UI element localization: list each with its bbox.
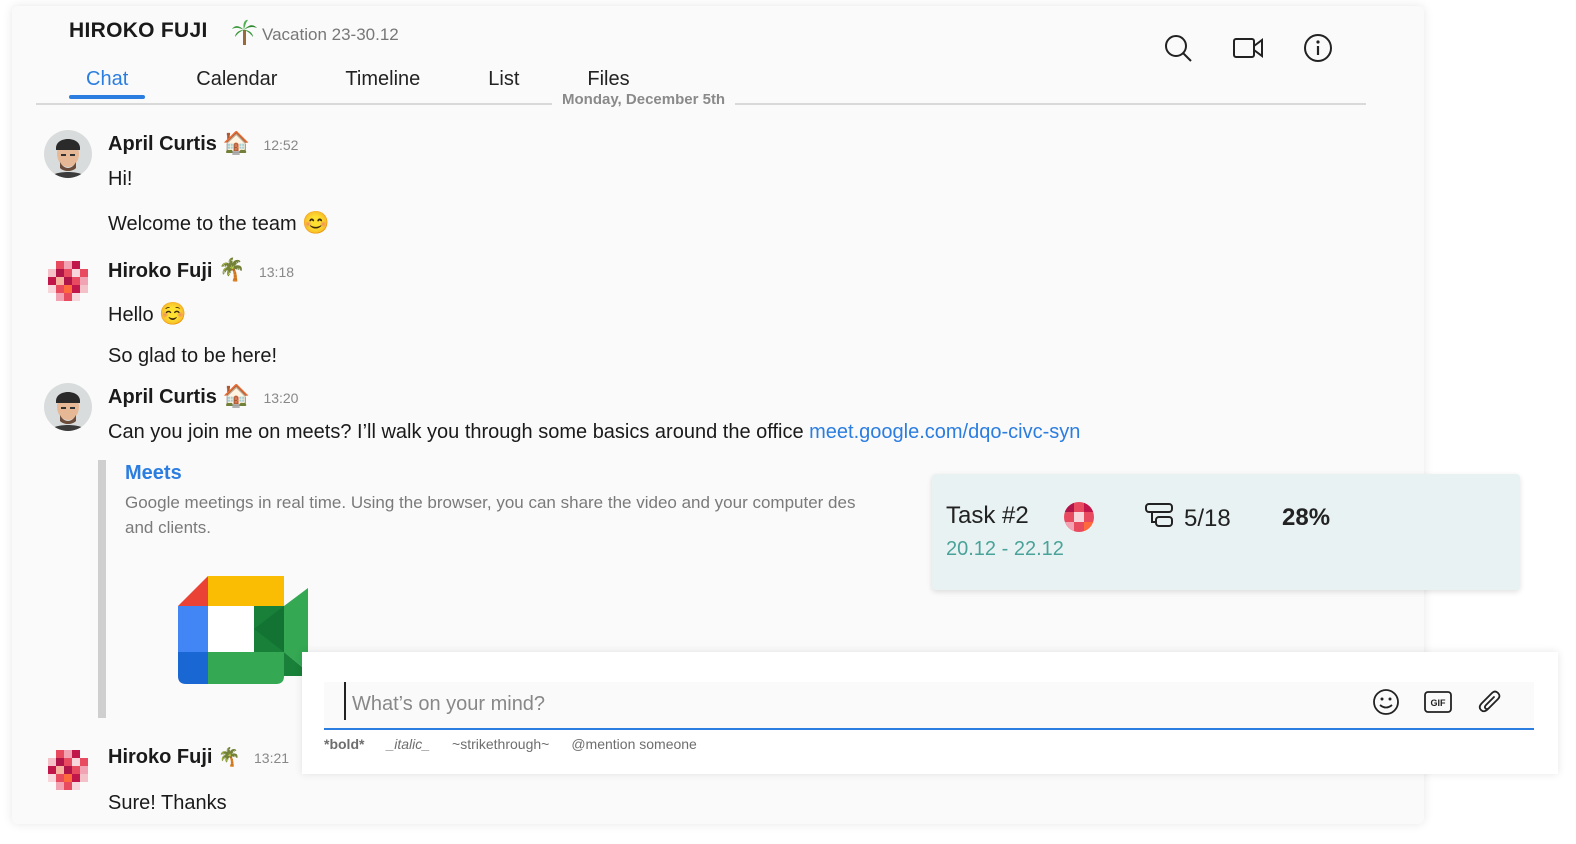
message-time: 13:18 — [258, 264, 295, 280]
tab-list[interactable]: List — [471, 66, 536, 99]
avatar[interactable] — [44, 383, 92, 431]
message-text: Can you join me on meets? I’ll walk you … — [108, 421, 1080, 444]
hint-mention: @mention someone — [571, 736, 697, 752]
message-text: Hello ☺️ — [108, 301, 187, 327]
tab-chat[interactable]: Chat — [69, 66, 146, 99]
composer-input-wrapper: GIF — [324, 682, 1534, 730]
composer-actions: GIF — [1370, 686, 1506, 718]
avatar[interactable] — [44, 130, 92, 178]
avatar[interactable] — [44, 257, 92, 305]
link-preview-description-line: Google meetings in real time. Using the … — [125, 493, 856, 512]
emoji-icon[interactable] — [1370, 686, 1402, 718]
formatting-hints: *bold* _italic_ ~strikethrough~ @mention… — [324, 736, 697, 752]
link-preview-title[interactable]: Meets — [125, 462, 182, 485]
meet-link[interactable]: meet.google.com/dqo-civc-syn — [809, 421, 1080, 443]
avatar[interactable] — [44, 746, 92, 794]
message-text: So glad to be here! — [108, 345, 278, 367]
gif-icon[interactable]: GIF — [1422, 686, 1454, 718]
user-status: Vacation 23-30.12 — [230, 18, 399, 51]
text-caret — [344, 682, 346, 720]
message-group: April Curtis 🏠 12:52 Hi! Welcome to the … — [44, 130, 644, 250]
task-progress: 28% — [1282, 504, 1331, 531]
author-name[interactable]: April Curtis — [108, 386, 217, 408]
day-divider-label: Monday, December 5th — [552, 94, 736, 112]
message-author: April Curtis 🏠 12:52 — [108, 130, 298, 156]
message-author: Hiroko Fuji 🌴 13:18 — [108, 257, 294, 283]
message-text: Hi! — [108, 168, 133, 190]
message-author: April Curtis 🏠 13:20 — [108, 383, 298, 409]
message-composer: GIF *bold* _italic_ ~strikethrough~ @men… — [302, 652, 1558, 774]
message-author: Hiroko Fuji 🌴 13:21 — [108, 746, 289, 769]
message-time: 12:52 — [263, 137, 299, 153]
message-text-content: Welcome to the team — [108, 213, 297, 235]
message-text-content: Can you join me on meets? I’ll walk you … — [108, 421, 804, 443]
tab-calendar[interactable]: Calendar — [179, 66, 294, 99]
video-call-icon[interactable] — [1232, 32, 1264, 64]
channel-title: HIROKO FUJI — [69, 19, 208, 42]
message-group: Hiroko Fuji 🌴 13:18 Hello ☺️ So glad to … — [44, 257, 644, 377]
google-meet-logo-icon — [178, 576, 310, 686]
link-preview-bar — [98, 460, 106, 718]
message-input[interactable] — [350, 684, 1334, 724]
message-time: 13:20 — [263, 390, 299, 406]
house-icon: 🏠 — [222, 130, 250, 155]
author-name[interactable]: April Curtis — [108, 133, 217, 155]
palm-tree-icon: 🌴 — [218, 747, 241, 767]
message-text: Sure! Thanks — [108, 792, 227, 814]
message-time: 13:21 — [254, 750, 290, 766]
link-preview-description-line: and clients. — [125, 518, 211, 537]
attachment-icon[interactable] — [1474, 686, 1506, 718]
search-icon[interactable] — [1162, 32, 1194, 64]
header-actions — [1162, 32, 1334, 64]
svg-text:GIF: GIF — [1431, 698, 1447, 708]
author-name[interactable]: Hiroko Fuji — [108, 746, 212, 768]
task-name: Task #2 — [946, 502, 1029, 529]
message-text-content: Hello — [108, 304, 154, 326]
smile-emoji-icon: 😊 — [302, 210, 330, 235]
hint-bold: *bold* — [324, 736, 365, 752]
assignee-avatar — [1064, 502, 1094, 532]
hint-strikethrough: ~strikethrough~ — [452, 736, 550, 752]
relieved-emoji-icon: ☺️ — [159, 301, 187, 326]
hint-italic: _italic_ — [386, 736, 431, 752]
message-text: Welcome to the team 😊 — [108, 210, 330, 236]
status-text: Vacation 23-30.12 — [262, 24, 399, 44]
author-name[interactable]: Hiroko Fuji — [108, 260, 212, 282]
message-group: April Curtis 🏠 13:20 Can you join me on … — [44, 383, 1244, 453]
task-card[interactable]: Task #2 5/18 28% 20.12 - 22.12 — [932, 474, 1520, 590]
task-dates: 20.12 - 22.12 — [946, 538, 1064, 560]
subtask-count: 5/18 — [1184, 504, 1231, 532]
palm-tree-icon: 🌴 — [218, 257, 246, 282]
info-icon[interactable] — [1302, 32, 1334, 64]
chat-header: HIROKO FUJI Vacation 23-30.12 Chat Calen… — [12, 6, 1424, 102]
subtask-counter: 5/18 — [1144, 502, 1231, 535]
subtask-icon — [1144, 502, 1176, 535]
palm-tree-icon — [230, 18, 258, 51]
link-preview-description: Google meetings in real time. Using the … — [125, 490, 945, 540]
house-icon: 🏠 — [222, 383, 250, 408]
tab-timeline[interactable]: Timeline — [328, 66, 437, 99]
